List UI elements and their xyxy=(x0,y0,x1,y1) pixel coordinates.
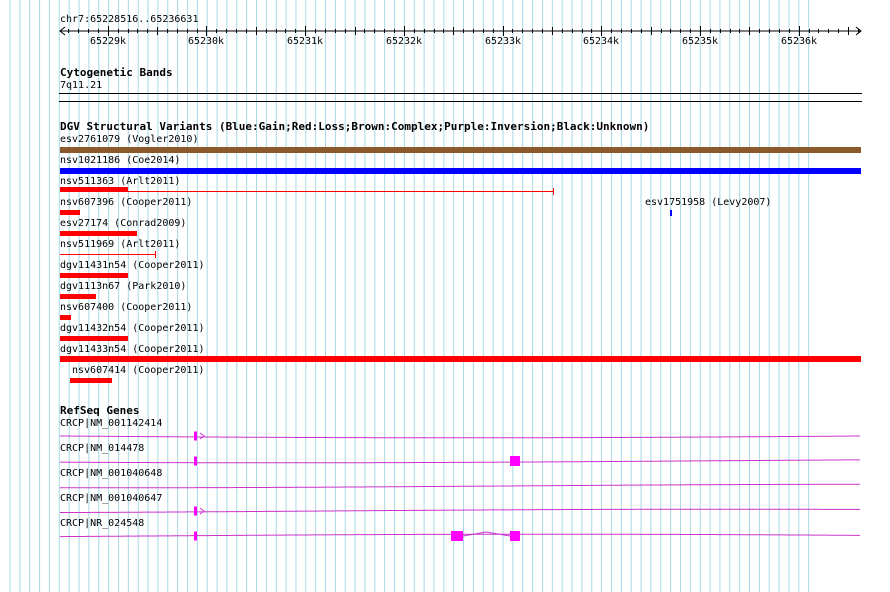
gene-exon[interactable] xyxy=(451,531,463,541)
gene-intron-line[interactable] xyxy=(59,435,861,439)
strand-arrow-icon xyxy=(199,432,205,440)
gene-exon[interactable] xyxy=(194,456,197,466)
gene-label[interactable]: CRCP|NM_001142414 xyxy=(60,418,162,430)
gene-exon[interactable] xyxy=(510,456,520,466)
genome-browser-view: chr7:65228516..65236631 65229k 65230k 6523… xyxy=(0,0,890,592)
gene-intron-line[interactable] xyxy=(59,483,860,489)
gene-label[interactable]: CRCP|NM_014478 xyxy=(60,443,144,455)
gene-label[interactable]: CRCP|NR_024548 xyxy=(60,518,144,530)
strand-arrow-icon xyxy=(199,507,205,515)
gene-intron-line[interactable] xyxy=(59,459,861,464)
gene-exon[interactable] xyxy=(510,531,520,541)
gene-label[interactable]: CRCP|NM_001040648 xyxy=(60,468,162,480)
gene-exon[interactable] xyxy=(194,431,197,441)
gene-intron-line[interactable] xyxy=(59,508,861,514)
gene-exon[interactable] xyxy=(194,531,197,541)
tracks-panel: chr7:65228516..65236631 65229k 65230k 6523… xyxy=(0,0,890,592)
gene-label[interactable]: CRCP|NM_001040647 xyxy=(60,493,162,505)
gene-exon[interactable] xyxy=(194,506,197,516)
